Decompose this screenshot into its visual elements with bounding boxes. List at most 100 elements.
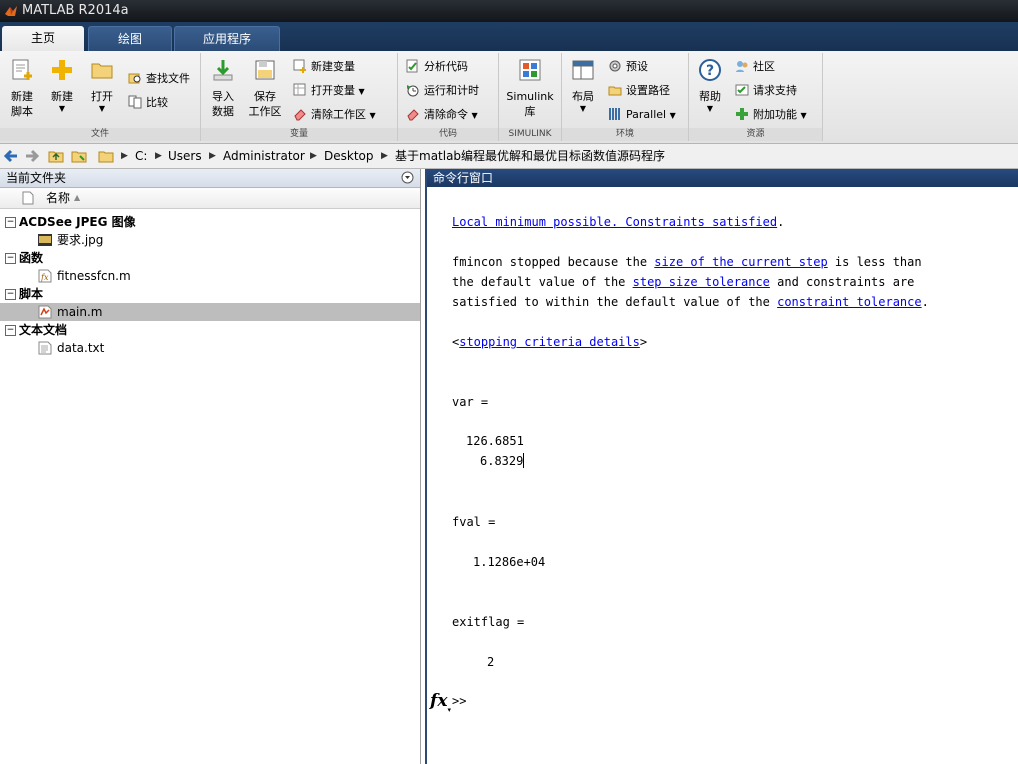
function-browser-icon[interactable]: fx▾ [430, 691, 451, 714]
import-data-button[interactable]: 导入 数据 [207, 57, 239, 119]
folder-icon [98, 151, 114, 163]
help-button[interactable]: ? 帮助 ▼ [695, 57, 725, 114]
list-item[interactable]: 要求.jpg [0, 231, 420, 249]
list-item-selected[interactable]: main.m [0, 303, 420, 321]
var-label: var = [452, 395, 489, 409]
compare-button[interactable]: 比较 [128, 93, 168, 113]
breadcrumb-desktop[interactable]: Desktop [324, 148, 374, 164]
gear-icon [609, 60, 621, 72]
back-icon[interactable] [3, 148, 19, 164]
breadcrumb-separator-icon: ▶ [155, 151, 162, 161]
simulink-library-button[interactable]: Simulink 库 [505, 57, 555, 119]
variable-group: 导入 数据 保存 工作区 新建变量 打开变量 ▼ 清除工作区 ▼ 变量 [201, 53, 398, 141]
script-file-icon [38, 305, 52, 319]
collapse-icon[interactable]: − [5, 253, 16, 264]
breadcrumb-separator-icon: ▶ [209, 151, 216, 161]
constraint-tolerance-link[interactable]: constraint tolerance [777, 295, 922, 309]
group-text-docs[interactable]: − 文本文档 [0, 321, 420, 339]
save-workspace-button[interactable]: 保存 工作区 [245, 57, 285, 119]
analyze-code-button[interactable]: 分析代码 [406, 57, 468, 77]
fval-value: 1.1286e+04 [473, 555, 546, 569]
environment-group: 布局 ▼ 预设 设置路径 Parallel ▼ 环境 [562, 53, 689, 141]
collapse-icon[interactable]: − [5, 217, 16, 228]
group-functions[interactable]: − 函数 [0, 249, 420, 267]
new-button[interactable]: 新建 ▼ [46, 57, 78, 114]
tab-home[interactable]: 主页 [2, 26, 84, 51]
support-icon [735, 84, 749, 96]
function-file-icon: fx [38, 269, 52, 283]
breadcrumb-separator-icon: ▶ [121, 151, 128, 161]
run-and-time-button[interactable]: 运行和计时 [406, 81, 479, 101]
fmincon-line-2: the default value of the step size toler… [452, 275, 915, 289]
plus-icon [736, 108, 748, 120]
import-data-icon [213, 60, 233, 81]
layout-button[interactable]: 布局 ▼ [568, 57, 598, 114]
chevron-down-icon: ▼ [800, 111, 807, 120]
breadcrumb-administrator[interactable]: Administrator [223, 148, 305, 164]
new-variable-button[interactable]: 新建变量 [293, 57, 355, 77]
open-button[interactable]: 打开 ▼ [86, 57, 118, 114]
open-variable-button[interactable]: 打开变量 ▼ [293, 81, 365, 101]
new-variable-icon [293, 59, 306, 73]
find-files-button[interactable]: 查找文件 [128, 69, 190, 89]
clear-workspace-button[interactable]: 清除工作区 ▼ [293, 105, 376, 125]
group-jpeg[interactable]: − ACDSee JPEG 图像 [0, 213, 420, 231]
panel-actions-icon[interactable] [401, 171, 414, 184]
list-item[interactable]: fx fitnessfcn.m [0, 267, 420, 285]
name-column-header[interactable]: 名称 ▲ [0, 188, 420, 209]
clear-commands-button[interactable]: 清除命令 ▼ [406, 105, 478, 125]
breadcrumb-current-folder[interactable]: 基于matlab编程最优解和最优目标函数值源码程序 [395, 148, 665, 164]
matlab-logo-icon [5, 6, 17, 16]
tab-apps[interactable]: 应用程序 [174, 26, 280, 52]
forward-icon[interactable] [24, 148, 40, 164]
chevron-down-icon: ▼ [98, 104, 106, 113]
new-script-button[interactable]: 新建 脚本 [4, 57, 40, 119]
breadcrumb-drive[interactable]: C: [135, 148, 147, 164]
title-bar: MATLAB R2014a [0, 0, 1018, 22]
collapse-icon[interactable]: − [5, 325, 16, 336]
community-button[interactable]: 社区 [735, 57, 775, 77]
var-value-2: 6.8329 [480, 453, 525, 468]
current-folder-header: 当前文件夹 [0, 169, 420, 188]
command-window[interactable]: 命令行窗口 Local minimum possible. Constraint… [425, 169, 1018, 764]
browse-folder-icon[interactable] [71, 148, 87, 164]
step-tolerance-link[interactable]: step size tolerance [633, 275, 770, 289]
breadcrumb-separator-icon: ▶ [310, 151, 317, 161]
set-path-button[interactable]: 设置路径 [608, 81, 670, 101]
command-prompt[interactable]: >> [452, 691, 466, 711]
open-variable-icon [293, 83, 306, 96]
plus-icon [52, 60, 72, 80]
criteria-line: <stopping criteria details> [452, 335, 648, 349]
jpeg-file-icon [38, 234, 52, 246]
community-icon [736, 61, 748, 72]
tab-bar: 主页 绘图 应用程序 [0, 22, 1018, 52]
fval-label: fval = [452, 515, 496, 529]
group-scripts[interactable]: − 脚本 [0, 285, 420, 303]
stopping-criteria-link[interactable]: stopping criteria details [459, 335, 640, 349]
new-script-icon [12, 59, 32, 80]
eraser-icon [294, 109, 306, 121]
parallel-button[interactable]: Parallel ▼ [608, 105, 676, 125]
var-value-1: 126.6851 [466, 434, 524, 448]
size-of-step-link[interactable]: size of the current step [654, 255, 827, 269]
preferences-button[interactable]: 预设 [608, 57, 648, 77]
svg-text:fx: fx [40, 273, 49, 282]
svg-text:?: ? [706, 63, 714, 79]
request-support-button[interactable]: 请求支持 [735, 81, 797, 101]
list-item[interactable]: data.txt [0, 339, 420, 357]
fmincon-line-1: fmincon stopped because the size of the … [452, 255, 922, 269]
chevron-down-icon: ▼ [706, 104, 714, 113]
local-minimum-link[interactable]: Local minimum possible. Constraints sati… [452, 215, 777, 229]
chevron-down-icon: ▼ [471, 111, 478, 120]
code-group: 分析代码 运行和计时 清除命令 ▼ 代码 [398, 53, 499, 141]
tab-plots[interactable]: 绘图 [88, 26, 172, 52]
breadcrumb-users[interactable]: Users [168, 148, 202, 164]
sort-ascending-icon[interactable]: ▲ [74, 188, 80, 208]
layout-icon [572, 60, 594, 80]
address-bar: ▶ C: ▶ Users ▶ Administrator ▶ Desktop ▶… [0, 144, 1018, 169]
analyze-code-icon [406, 59, 418, 73]
fmincon-line-3: satisfied to within the default value of… [452, 295, 929, 309]
up-folder-icon[interactable] [48, 148, 64, 164]
collapse-icon[interactable]: − [5, 289, 16, 300]
add-ons-button[interactable]: 附加功能 ▼ [735, 105, 807, 125]
